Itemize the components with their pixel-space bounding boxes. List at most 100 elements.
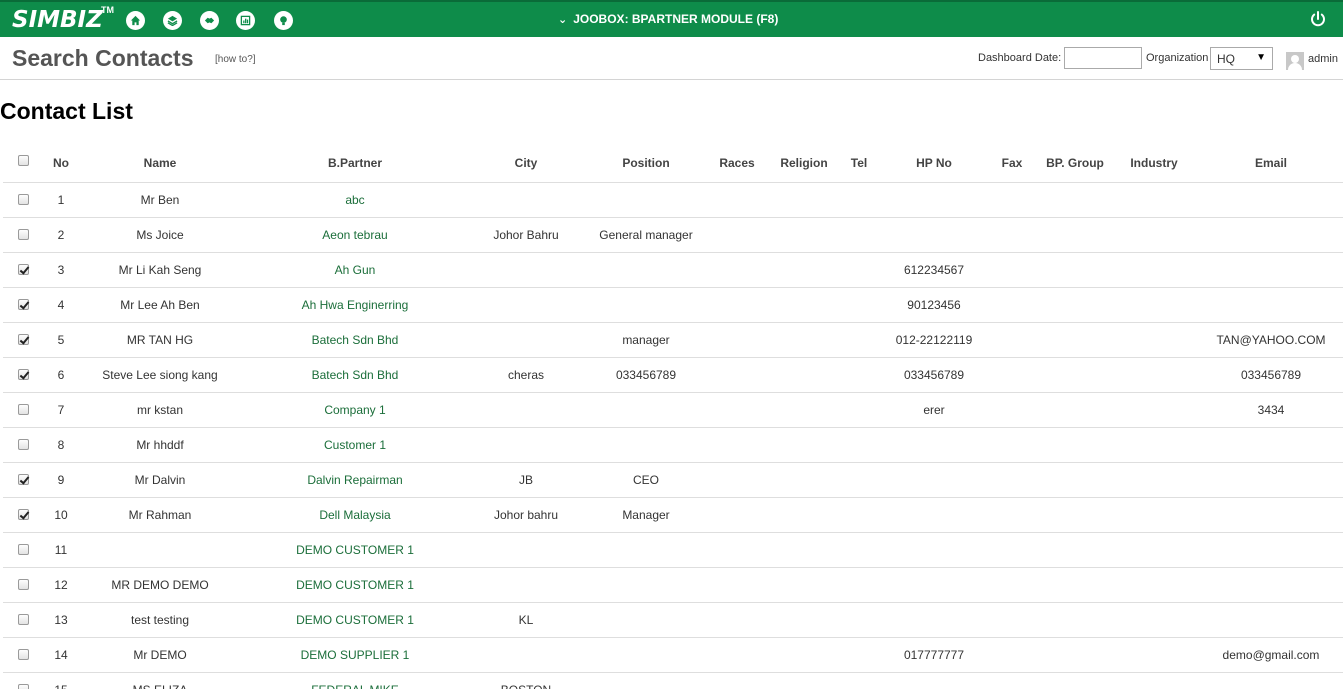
lightbulb-icon[interactable] [274,11,293,30]
table-row[interactable]: 12 MR DEMO DEMO DEMO CUSTOMER 1 [3,568,1343,603]
handshake-icon[interactable] [200,11,219,30]
cell-religion [769,288,839,322]
row-checkbox[interactable] [18,334,29,345]
column-header-fax[interactable]: Fax [992,144,1032,182]
how-to-link[interactable]: [how to?] [215,54,256,65]
dashboard-date-label: Dashboard Date: [978,52,1062,64]
column-header-religion[interactable]: Religion [769,144,839,182]
module-switcher[interactable]: ⌄ JOOBOX: BPARTNER MODULE (F8) [558,12,778,26]
organization-select[interactable]: HQ ▼ [1210,47,1273,70]
cell-bpartner[interactable]: Company 1 [255,393,455,427]
cell-races [707,393,767,427]
table-row[interactable]: 6 Steve Lee siong kang Batech Sdn Bhd chera… [3,358,1343,393]
table-row[interactable]: 2 Ms Joice Aeon tebrau Johor Bahru General m… [3,218,1343,253]
row-checkbox[interactable] [18,264,29,275]
table-row[interactable]: 11 DEMO CUSTOMER 1 [3,533,1343,568]
row-checkbox[interactable] [18,544,29,555]
cell-email [1196,673,1343,689]
cell-races [707,323,767,357]
select-all-checkbox[interactable] [18,155,29,166]
cell-races [707,218,767,252]
report-icon[interactable] [236,11,255,30]
cell-bpartner[interactable]: abc [255,183,455,217]
top-nav-bar: SIMBIZ TM ⌄ JOOBOX: BPARTNER MODULE (F8) [0,0,1343,37]
table-row[interactable]: 15MS ELIZAFEDERAL MIKEBOSTON [3,673,1343,689]
row-checkbox[interactable] [18,579,29,590]
column-header-hp-no[interactable]: HP No [879,144,989,182]
column-header-industry[interactable]: Industry [1114,144,1194,182]
cell-hp-no [879,673,989,689]
cell-bpartner[interactable]: Batech Sdn Bhd [255,323,455,357]
row-checkbox[interactable] [18,509,29,520]
app-logo[interactable]: SIMBIZ [12,7,103,33]
cell-bpartner[interactable]: DEMO CUSTOMER 1 [255,533,455,567]
table-row[interactable]: 1 Mr Ben abc [3,183,1343,218]
cell-races [707,183,767,217]
cell-religion [769,673,839,689]
cell-fax [992,568,1032,602]
column-header-city[interactable]: City [466,144,586,182]
row-checkbox[interactable] [18,474,29,485]
row-checkbox[interactable] [18,369,29,380]
cell-fax [992,533,1032,567]
table-row[interactable]: 3 Mr Li Kah Seng Ah Gun 612234567 [3,253,1343,288]
row-checkbox[interactable] [18,684,29,689]
row-checkbox[interactable] [18,299,29,310]
cell-bpartner[interactable]: Dalvin Repairman [255,463,455,497]
cell-bpartner[interactable]: Dell Malaysia [255,498,455,532]
avatar[interactable] [1286,52,1304,70]
cell-bpartner[interactable]: Aeon tebrau [255,218,455,252]
cell-bpartner[interactable]: Batech Sdn Bhd [255,358,455,392]
row-checkbox[interactable] [18,404,29,415]
cell-position [576,288,716,322]
chevron-down-icon: ⌄ [558,14,568,26]
row-checkbox[interactable] [18,194,29,205]
cell-bp-group [1035,498,1115,532]
row-checkbox[interactable] [18,439,29,450]
cell-bpartner[interactable]: Ah Hwa Enginerring [255,288,455,322]
table-row[interactable]: 14 Mr DEMO DEMO SUPPLIER 1 017777777 demo@gm… [3,638,1343,673]
table-row[interactable]: 13 test testing DEMO CUSTOMER 1 KL [3,603,1343,638]
column-header-email[interactable]: Email [1196,144,1343,182]
cell-bpartner[interactable]: DEMO SUPPLIER 1 [255,638,455,672]
table-row[interactable]: 9 Mr Dalvin Dalvin Repairman JB CEO [3,463,1343,498]
dashboard-date-input[interactable] [1064,47,1142,69]
table-row[interactable]: 7 mr kstan Company 1 erer 3434 [3,393,1343,428]
column-header-name[interactable]: Name [75,144,245,182]
cell-position [576,183,716,217]
table-row[interactable]: 8 Mr hhddf Customer 1 [3,428,1343,463]
home-icon[interactable] [126,11,145,30]
username[interactable]: admin [1308,53,1338,65]
row-checkbox[interactable] [18,229,29,240]
cell-name: Mr DEMO [133,648,187,662]
table-row[interactable]: 5 MR TAN HG Batech Sdn Bhd manager 012-22122… [3,323,1343,358]
table-row[interactable]: 10 Mr Rahman Dell Malaysia Johor bahru Manag… [3,498,1343,533]
cell-bp-group [1035,463,1115,497]
row-checkbox[interactable] [18,614,29,625]
column-header-bp-group[interactable]: BP. Group [1035,144,1115,182]
table-row[interactable]: 4 Mr Lee Ah Ben Ah Hwa Enginerring 90123456 [3,288,1343,323]
cell-industry [1114,638,1194,672]
column-header-tel[interactable]: Tel [839,144,879,182]
column-header-races[interactable]: Races [707,144,767,182]
cell-bpartner[interactable]: Customer 1 [255,428,455,462]
cell-industry [1114,673,1194,689]
cell-industry [1114,183,1194,217]
cell-city [466,428,586,462]
column-header-bpartner[interactable]: B.Partner [255,144,455,182]
cell-bpartner[interactable]: DEMO CUSTOMER 1 [255,603,455,637]
cell-religion [769,603,839,637]
cell-bpartner[interactable]: DEMO CUSTOMER 1 [255,568,455,602]
cell-bpartner[interactable]: FEDERAL MIKE [255,673,455,689]
row-checkbox[interactable] [18,649,29,660]
cell-bp-group [1035,358,1115,392]
cell-industry [1114,533,1194,567]
layers-icon[interactable] [163,11,182,30]
cell-industry [1114,498,1194,532]
power-icon[interactable] [1309,10,1327,28]
cell-tel [839,533,879,567]
column-header-position[interactable]: Position [576,144,716,182]
cell-tel [839,288,879,322]
cell-bpartner[interactable]: Ah Gun [255,253,455,287]
cell-religion [769,183,839,217]
